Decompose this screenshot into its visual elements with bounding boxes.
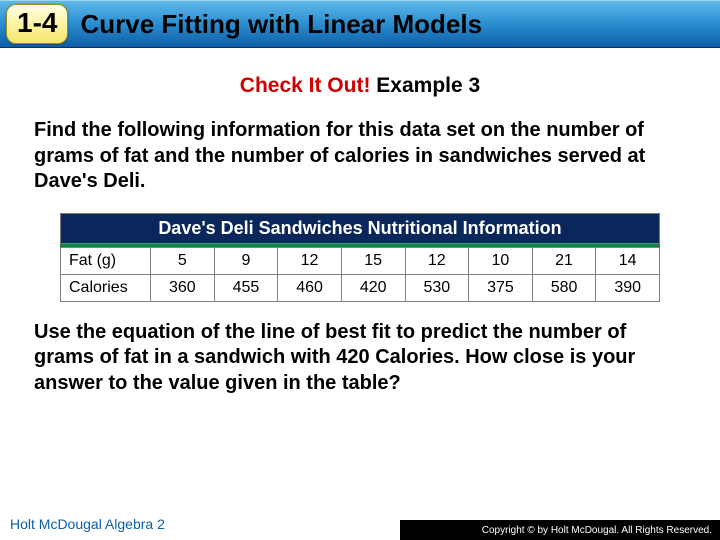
footer-textbook: Holt McDougal Algebra 2 xyxy=(10,516,165,532)
cell: 12 xyxy=(405,247,469,274)
prompt-text-1: Find the following information for this … xyxy=(34,118,686,195)
row-label: Calories xyxy=(61,274,151,301)
cell: 375 xyxy=(469,274,533,301)
nutrition-table: Dave's Deli Sandwiches Nutritional Infor… xyxy=(60,213,660,302)
cell: 390 xyxy=(596,274,660,301)
cell: 15 xyxy=(341,247,405,274)
cell: 5 xyxy=(151,247,215,274)
check-it-out-label: Check It Out! xyxy=(240,74,377,97)
cell: 21 xyxy=(532,247,596,274)
cell: 580 xyxy=(532,274,596,301)
lesson-title: Curve Fitting with Linear Models xyxy=(80,9,482,40)
data-table: Fat (g) 5 9 12 15 12 10 21 14 Calories 3… xyxy=(60,247,660,302)
example-heading: Check It Out! Example 3 xyxy=(34,74,686,98)
cell: 9 xyxy=(214,247,278,274)
lesson-header: 1-4 Curve Fitting with Linear Models xyxy=(0,0,720,48)
cell: 530 xyxy=(405,274,469,301)
table-row: Fat (g) 5 9 12 15 12 10 21 14 xyxy=(61,247,660,274)
cell: 360 xyxy=(151,274,215,301)
cell: 12 xyxy=(278,247,342,274)
example-number: Example 3 xyxy=(376,74,480,97)
cell: 10 xyxy=(469,247,533,274)
table-row: Calories 360 455 460 420 530 375 580 390 xyxy=(61,274,660,301)
cell: 460 xyxy=(278,274,342,301)
lesson-number-badge: 1-4 xyxy=(6,4,68,44)
cell: 455 xyxy=(214,274,278,301)
slide-content: Check It Out! Example 3 Find the followi… xyxy=(0,48,720,397)
row-label: Fat (g) xyxy=(61,247,151,274)
table-title: Dave's Deli Sandwiches Nutritional Infor… xyxy=(60,213,660,244)
cell: 420 xyxy=(341,274,405,301)
cell: 14 xyxy=(596,247,660,274)
prompt-text-2: Use the equation of the line of best fit… xyxy=(34,320,686,397)
footer-copyright: Copyright © by Holt McDougal. All Rights… xyxy=(400,520,720,540)
